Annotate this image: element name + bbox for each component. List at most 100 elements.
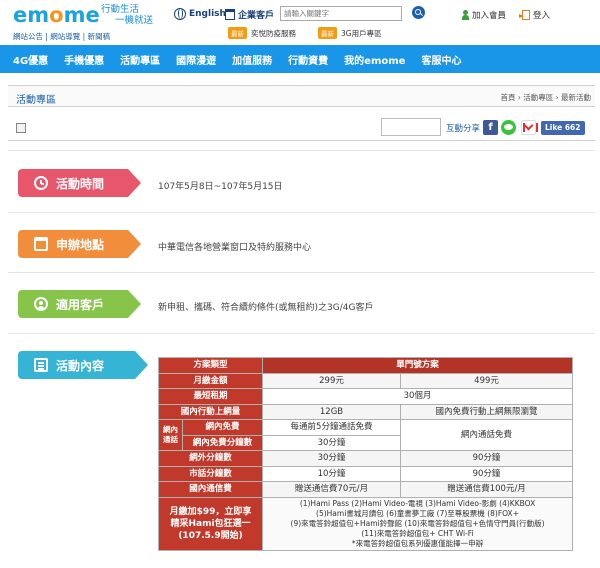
- section-tab-customer: 適用客戶: [18, 290, 141, 318]
- page-header-bar: 活動專區 首頁 › 活動專區 › 最新活動: [8, 85, 595, 107]
- facebook-icon[interactable]: f: [483, 120, 498, 135]
- breadcrumb[interactable]: 首頁 › 活動專區 › 最新活動: [500, 92, 591, 103]
- login-link[interactable]: 登入: [519, 9, 551, 21]
- cell-value: 499元: [400, 372, 574, 389]
- nav-item-phones[interactable]: 手機優惠: [56, 52, 112, 67]
- english-link[interactable]: English: [174, 8, 226, 20]
- nav-item-my-emome[interactable]: 我的emome: [336, 52, 413, 67]
- english-label: English: [189, 9, 226, 19]
- nav-item-roaming[interactable]: 國際漫遊: [168, 52, 224, 67]
- table-row: 方案類型 單門號方案: [157, 357, 574, 374]
- login-label: 登入: [533, 11, 551, 21]
- section-tab-place: 申辦地點: [18, 230, 141, 258]
- cell-value: 12GB: [262, 403, 402, 420]
- row-label: 網外分鐘數: [157, 450, 264, 467]
- bundle-option-line: (11)來電答鈴超值包+ CHT Wi-Fi: [361, 528, 474, 538]
- table-header-label: 方案類型: [157, 357, 264, 374]
- row-label: 最短租期: [157, 388, 264, 405]
- business-label: 企業客戶: [238, 11, 275, 21]
- search-button[interactable]: [412, 6, 425, 19]
- eligible-customer-text: 新申租、攜碼、符合續約條件(或無租約)之3G/4G客戶: [158, 303, 374, 313]
- bundle-option-line: (1)Hami Pass (2)Hami Video-電視 (3)Hami Vi…: [299, 498, 536, 508]
- broken-image-icon: [16, 123, 26, 133]
- user-icon: [34, 297, 48, 311]
- table-row: 月繳金額 299元 499元: [157, 372, 574, 389]
- site-header: emome 行動生活 一機就送 網站公告 | 網站導覽 | 新聞稿 Englis…: [0, 0, 600, 42]
- bundle-label: 月繳加$99，立即享 精采Hami包狂選一 (107.5.9開始): [157, 496, 264, 551]
- login-icon: [519, 10, 530, 20]
- divider: [8, 333, 595, 334]
- bundle-label-line: 月繳加$99，立即享: [169, 506, 252, 517]
- divider: [8, 272, 595, 273]
- line-icon[interactable]: [501, 120, 516, 135]
- search-input[interactable]: [280, 6, 402, 21]
- row-label: 月繳金額: [157, 372, 264, 389]
- tagline-line-2: 一機就送: [115, 15, 154, 26]
- nav-item-rates[interactable]: 行動資費: [280, 52, 336, 67]
- table-row: 網內通話 網內免費 每通前5分鐘通話免費 網內通話免費: [158, 419, 574, 451]
- nav-item-vas[interactable]: 加值服務: [224, 52, 280, 67]
- store-icon: [34, 237, 48, 251]
- cell-value: 網內通話免費: [400, 419, 574, 451]
- emome-logo[interactable]: emome: [13, 3, 100, 27]
- row-group-label: 網內通話: [158, 419, 183, 451]
- table-row: 最短租期 30個月: [157, 388, 574, 405]
- table-row: 月繳加$99，立即享 精采Hami包狂選一 (107.5.9開始) (1)Ham…: [157, 496, 574, 551]
- join-member-link[interactable]: 加入會員: [462, 9, 506, 21]
- table-row: 網外分鐘數 30分鐘 90分鐘: [157, 450, 574, 467]
- main-nav: 4G優惠 手機優惠 活動專區 國際漫遊 加值服務 行動資費 我的emome 客服…: [0, 45, 600, 73]
- cell-value: 10分鐘: [262, 465, 402, 482]
- row-label: 市話分鐘數: [157, 465, 264, 482]
- section-title-content: 活動內容: [56, 358, 105, 373]
- cell-value: 30分鐘: [262, 434, 402, 451]
- list-icon: [34, 358, 48, 372]
- cell-value: 90分鐘: [400, 465, 574, 482]
- nav-item-events[interactable]: 活動專區: [112, 52, 168, 67]
- section-title-customer: 適用客戶: [56, 297, 105, 312]
- apply-location-text: 中華電信各地營業窗口及特約服務中心: [158, 243, 312, 253]
- cell-value: 299元: [262, 372, 402, 389]
- divider: [8, 212, 595, 213]
- row-label: 網內免費分鐘數: [181, 434, 264, 451]
- row-label: 網內免費: [181, 419, 264, 436]
- bundle-option-line: (9)來電答鈴超值包+Hami鈴聲館 (10)來電答鈴超值包+色情守門員(行動版…: [290, 518, 545, 528]
- table-row: 國內通信費 贈送通信費70元/月 贈送通信費100元/月: [157, 481, 574, 498]
- section-title-time: 活動時間: [56, 176, 105, 191]
- clock-icon: [34, 176, 48, 190]
- promo-2-label: 3G用戶專區: [341, 28, 382, 38]
- table-row: 國內行動上網量 12GB 國內免費行動上網無限瀏覽: [157, 403, 574, 420]
- row-label: 國內行動上網量: [157, 403, 264, 420]
- new-badge: 最新: [318, 27, 337, 39]
- section-title-place: 申辦地點: [56, 237, 105, 252]
- promo-1-label: 奕悅防疫服務: [251, 28, 296, 38]
- plan-table: 方案類型 單門號方案 月繳金額 299元 499元 最短租期 30個月 國內行動…: [157, 357, 574, 551]
- section-tab-time: 活動時間: [18, 169, 141, 197]
- cell-value: 贈送通信費100元/月: [400, 481, 574, 498]
- bundle-label-line: (107.5.9開始): [178, 530, 243, 541]
- cell-value: 每通前5分鐘通話免費: [262, 419, 402, 436]
- cell-value: 30分鐘: [262, 450, 402, 467]
- nav-item-service[interactable]: 客服中心: [413, 52, 469, 67]
- section-tab-content: 活動內容: [18, 351, 148, 379]
- table-header-value: 單門號方案: [262, 357, 574, 374]
- nav-item-4g[interactable]: 4G優惠: [0, 52, 56, 67]
- bundle-option-line: (5)Hami書城月讀包 (6)童書夢工廠 (7)至尊股票機 (8)FOX+: [316, 508, 519, 518]
- page-title: 活動專區: [16, 95, 56, 106]
- person-icon: [462, 10, 469, 20]
- share-image-placeholder: [381, 118, 441, 136]
- promo-link-2[interactable]: 最新 3G用戶專區: [318, 27, 382, 39]
- business-customer-link[interactable]: 企業客戶: [225, 8, 274, 21]
- cell-value: 30個月: [262, 388, 574, 405]
- promo-link-1[interactable]: 最新 奕悅防疫服務: [228, 27, 296, 39]
- bundle-option-line: *來電答鈴超值包系列優惠僅能擇一申辦: [351, 538, 484, 548]
- cell-value: 90分鐘: [400, 450, 574, 467]
- event-period-text: 107年5月8日~107年5月15日: [158, 182, 283, 192]
- join-label: 加入會員: [472, 11, 507, 21]
- facebook-like-button[interactable]: Like 662: [541, 121, 585, 135]
- gmail-icon[interactable]: [521, 120, 538, 135]
- top-links[interactable]: 網站公告 | 網站導覽 | 新聞稿: [13, 31, 110, 42]
- share-label: 互動分享: [446, 124, 481, 134]
- divider: [8, 150, 595, 151]
- cell-value: 國內免費行動上網無限瀏覽: [400, 403, 574, 420]
- building-icon: [225, 9, 235, 20]
